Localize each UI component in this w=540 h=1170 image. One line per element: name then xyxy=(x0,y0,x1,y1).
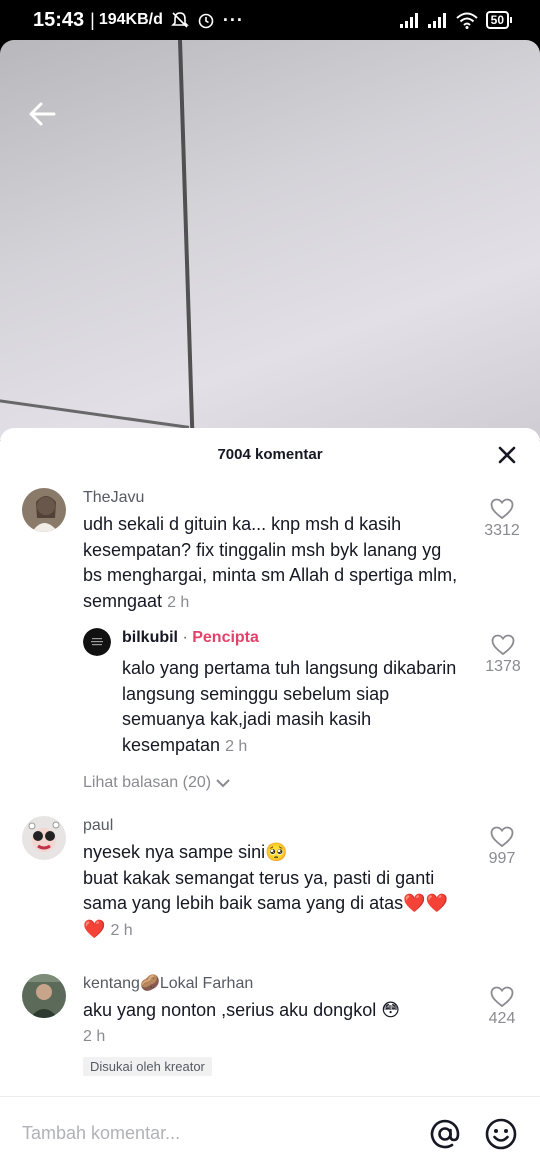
avatar[interactable] xyxy=(83,628,111,656)
avatar[interactable] xyxy=(22,488,66,532)
heart-icon xyxy=(490,986,514,1008)
comment-content: udh sekali d gituin ka... knp msh d kasi… xyxy=(83,514,458,611)
comment-input-bar: Tambah komentar... xyxy=(0,1096,540,1170)
like-button[interactable]: 424 xyxy=(482,986,522,1028)
reply-item: bilkubil · Pencipta kalo yang pertama tu… xyxy=(83,628,523,758)
video-content xyxy=(0,398,190,429)
comment-content: aku yang nonton ,serius aku dongkol 😳 xyxy=(83,1000,400,1020)
avatar[interactable] xyxy=(22,816,66,860)
chevron-down-icon xyxy=(216,779,230,788)
battery-level: 50 xyxy=(485,11,509,29)
status-separator: | xyxy=(90,9,95,30)
reply-time: 2 h xyxy=(225,737,248,755)
signal-icon xyxy=(427,13,446,28)
comment-username[interactable]: kentang🥔Lokal Farhan xyxy=(83,974,464,994)
heart-icon xyxy=(491,634,515,656)
like-button[interactable]: 3312 xyxy=(482,498,522,540)
back-arrow-icon[interactable] xyxy=(24,96,60,132)
creator-badge: Pencipta xyxy=(192,629,259,646)
battery-icon: 50 xyxy=(485,11,512,29)
sheet-header: 7004 komentar xyxy=(0,428,540,480)
like-button[interactable]: 1378 xyxy=(483,634,523,676)
comment-time: 2 h xyxy=(83,1027,106,1045)
view-replies-button[interactable]: Lihat balasan (20) xyxy=(83,774,231,792)
comment-item: kentang🥔Lokal Farhan aku yang nonton ,se… xyxy=(22,974,522,1084)
liked-by-creator-badge: Disukai oleh kreator xyxy=(83,1057,212,1076)
comment-item: paul nyesek nya sampe sini🥺 buat kakak s… xyxy=(22,816,522,946)
like-count: 3312 xyxy=(484,522,520,539)
comment-username[interactable]: TheJavu xyxy=(83,488,464,508)
alarm-icon xyxy=(198,13,214,29)
reply-text: kalo yang pertama tuh langsung dikabarin… xyxy=(122,656,463,759)
more-notifications: ··· xyxy=(222,9,244,30)
status-bar: 15:43 | 194KB/d ··· 50 xyxy=(0,0,540,40)
avatar[interactable] xyxy=(22,974,66,1018)
comment-time: 2 h xyxy=(167,593,190,611)
comment-item: TheJavu udh sekali d gituin ka... knp ms… xyxy=(22,488,522,618)
comment-text: aku yang nonton ,serius aku dongkol 😳 2 … xyxy=(83,998,464,1049)
video-content xyxy=(178,40,195,440)
reply-username-line: bilkubil · Pencipta xyxy=(122,628,463,648)
comment-time: 2 h xyxy=(110,921,133,939)
signal-icon xyxy=(399,13,418,28)
network-speed: 194KB/d xyxy=(98,11,163,28)
wifi-icon xyxy=(455,12,478,29)
like-count: 424 xyxy=(488,1010,516,1027)
like-count: 1378 xyxy=(485,658,521,675)
comment-text: nyesek nya sampe sini🥺 buat kakak semang… xyxy=(83,840,464,943)
at-icon[interactable] xyxy=(428,1117,462,1151)
comment-count-title: 7004 komentar xyxy=(217,445,323,463)
clock: 15:43 xyxy=(33,8,85,31)
comment-username[interactable]: paul xyxy=(83,816,464,836)
emoji-icon[interactable] xyxy=(484,1117,518,1151)
comment-content: nyesek nya sampe sini🥺 xyxy=(83,842,288,862)
heart-icon xyxy=(490,498,514,520)
comment-input[interactable]: Tambah komentar... xyxy=(22,1123,406,1144)
like-count: 997 xyxy=(488,850,516,867)
heart-icon xyxy=(490,826,514,848)
comment-content: buat kakak semangat terus ya, pasti di g… xyxy=(83,867,449,939)
close-icon[interactable] xyxy=(496,444,518,466)
reply-username[interactable]: bilkubil xyxy=(122,629,178,646)
mute-icon xyxy=(170,12,189,28)
like-button[interactable]: 997 xyxy=(482,826,522,868)
comments-sheet: 7004 komentar TheJavu udh sekali d gitui… xyxy=(0,428,540,1170)
comment-text: udh sekali d gituin ka... knp msh d kasi… xyxy=(83,512,464,615)
view-replies-label: Lihat balasan (20) xyxy=(83,774,212,791)
video-preview[interactable] xyxy=(0,40,540,440)
reply-content: kalo yang pertama tuh langsung dikabarin… xyxy=(122,658,457,755)
separator-dot: · xyxy=(178,629,193,646)
